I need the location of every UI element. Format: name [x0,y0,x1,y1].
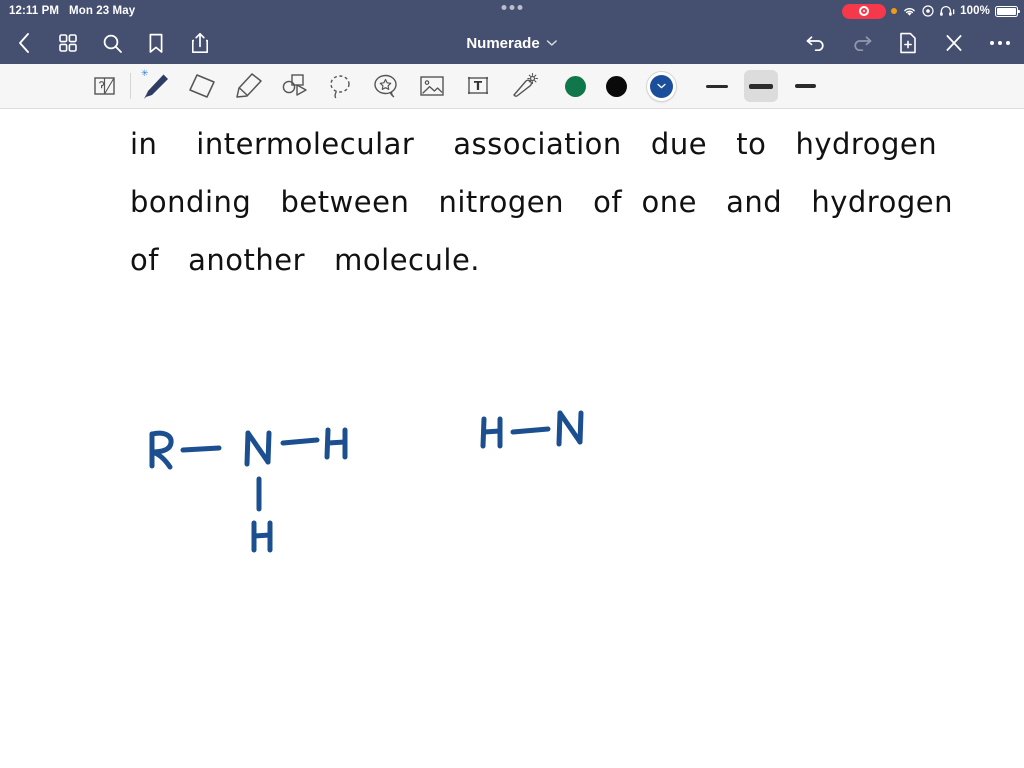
lasso-icon[interactable] [317,66,363,106]
add-page-icon[interactable] [896,31,920,55]
note-canvas[interactable]: in intermolecular association due to hyd… [0,109,1024,768]
pen-icon[interactable]: ✳ [133,66,179,106]
nav-title[interactable]: Numerade [466,22,558,64]
color-blue-inner [650,74,673,98]
close-icon[interactable] [942,31,966,55]
chemical-structure-drawing [149,410,584,553]
battery-icon [995,5,1020,17]
handle-dot [517,5,523,10]
status-bar-right: 100% [842,0,1020,22]
orange-privacy-dot-icon [891,8,898,14]
image-icon[interactable] [409,66,455,106]
search-icon[interactable] [100,31,124,55]
color-green[interactable] [565,75,586,97]
redo-icon[interactable] [850,31,874,55]
control-center-icon [922,5,934,17]
stroke-medium[interactable] [744,70,778,102]
stroke-thin[interactable] [700,70,734,102]
text-box-icon[interactable]: T [455,66,501,106]
highlighter-icon[interactable] [225,66,271,106]
color-palette [565,71,676,101]
battery-percent: 100% [960,5,990,17]
toolbar-tools: ✳ T [82,66,547,106]
headphones-icon [939,5,955,17]
status-date: Mon 23 May [69,5,136,17]
stroke-width-options [700,70,822,102]
nav-title-label: Numerade [466,34,540,52]
stroke-thick[interactable] [788,70,822,102]
more-icon[interactable] [988,31,1012,55]
handle-dot [501,5,507,10]
nav-bar-right [804,22,1012,64]
recording-pill[interactable] [842,3,887,19]
share-icon[interactable] [188,31,212,55]
shapes-icon[interactable] [271,66,317,106]
bookmark-icon[interactable] [144,31,168,55]
chevron-down-icon [547,39,558,47]
toolbar-divider [130,73,131,99]
magic-wand-icon[interactable] [501,66,547,106]
multitasking-handle[interactable] [501,5,523,10]
grid-icon[interactable] [56,31,80,55]
bluetooth-badge-icon: ✳ [141,68,149,78]
status-bar-left: 12:11 PM Mon 23 May [0,5,135,17]
nav-bar-left [0,31,212,55]
color-black[interactable] [606,75,627,97]
status-time: 12:11 PM [9,5,60,17]
undo-icon[interactable] [804,31,828,55]
nav-bar: Numerade [0,22,1024,64]
tool-bar: ✳ T [0,64,1024,109]
wifi-icon [902,5,917,17]
color-blue-selected[interactable] [647,71,676,101]
page-layers-icon[interactable] [82,66,128,106]
svg-text:T: T [474,79,483,93]
eraser-icon[interactable] [179,66,225,106]
handle-dot [509,5,515,10]
record-dot-icon [859,6,870,16]
status-bar: 12:11 PM Mon 23 May 100% [0,0,1024,22]
sticker-icon[interactable] [363,66,409,106]
back-chevron-icon[interactable] [12,31,36,55]
